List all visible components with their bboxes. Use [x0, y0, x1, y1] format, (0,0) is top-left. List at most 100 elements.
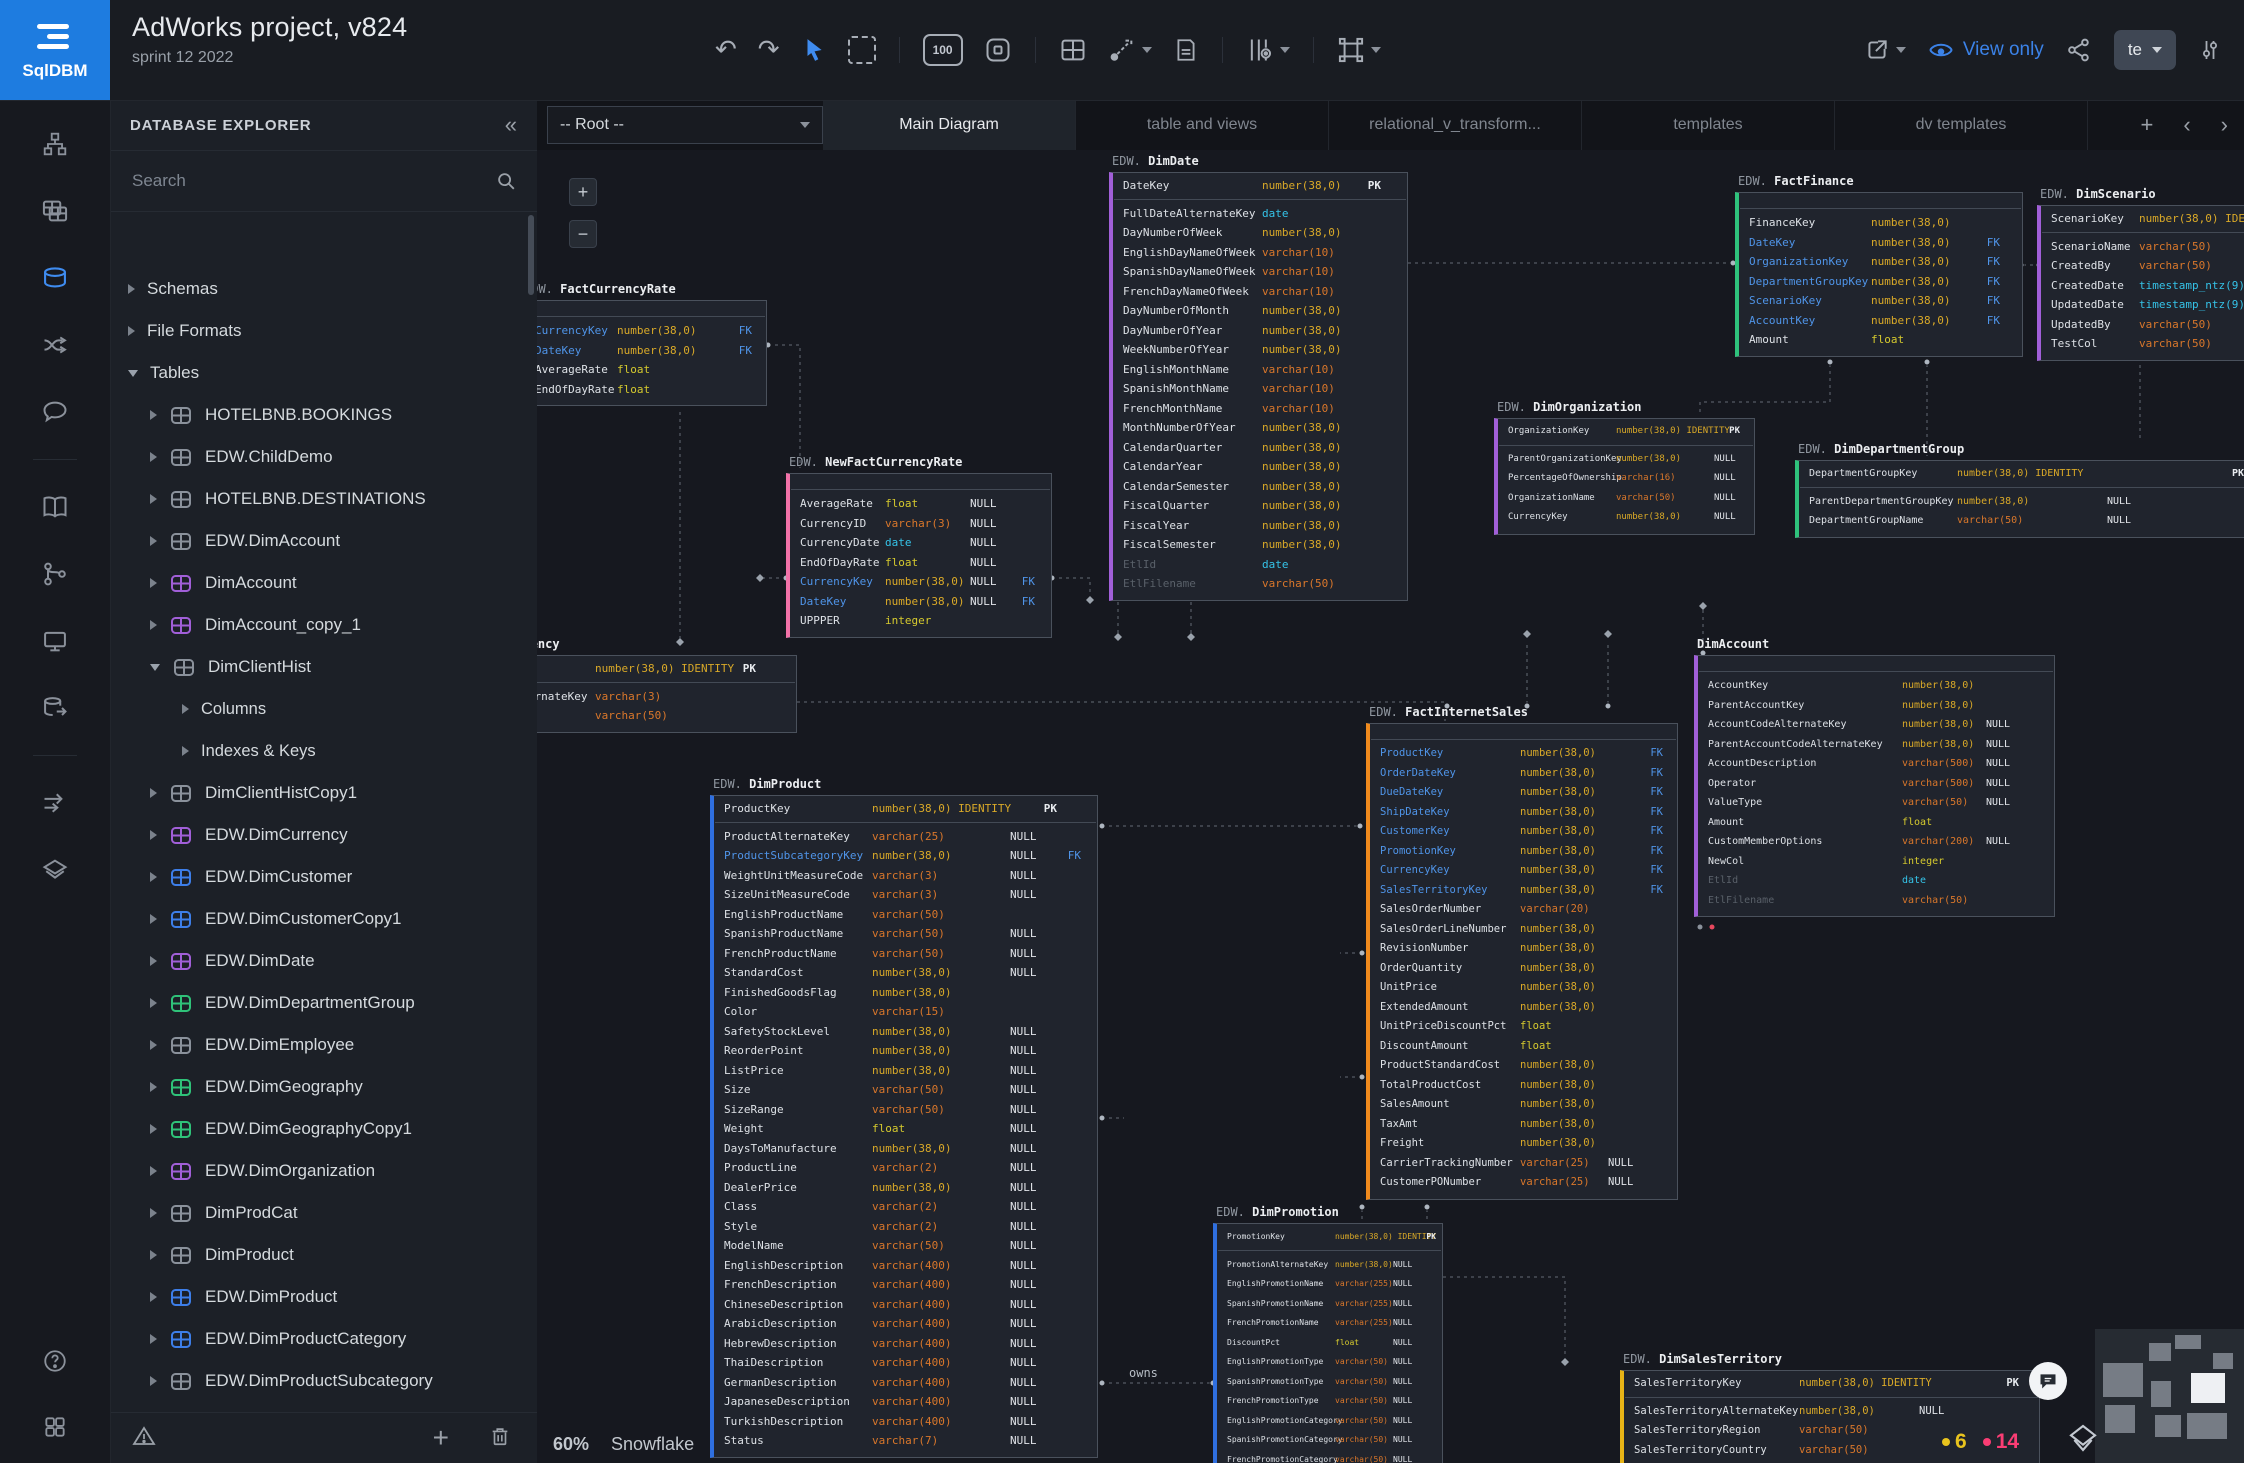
- chevron-down-icon[interactable]: [150, 663, 160, 671]
- add-tab-button[interactable]: +: [2140, 112, 2153, 138]
- nav-relationships-icon[interactable]: [33, 323, 77, 367]
- cursor-icon[interactable]: [801, 37, 827, 63]
- marquee-icon[interactable]: [847, 36, 876, 64]
- tree-item-dimclienthist[interactable]: DimClientHist: [110, 646, 537, 688]
- delete-object-button[interactable]: [489, 1424, 511, 1453]
- zoom-out-button[interactable]: −: [569, 220, 597, 248]
- tree-item-edw-dimproductsubcategory[interactable]: EDW.DimProductSubcategory: [110, 1360, 537, 1402]
- tree-item-edw-dimproductcategory[interactable]: EDW.DimProductCategory: [110, 1318, 537, 1360]
- tree-item-tables[interactable]: Tables: [110, 352, 537, 394]
- chevron-right-icon[interactable]: [150, 1250, 157, 1260]
- user-menu-button[interactable]: te: [2113, 30, 2176, 70]
- diagram-table-DimAccount[interactable]: DimAccount AccountKey number(38,0) ParentAc…: [1694, 635, 2055, 917]
- tree-item-dimprodcat[interactable]: DimProdCat: [110, 1192, 537, 1234]
- tree-item-dimproduct[interactable]: DimProduct: [110, 1234, 537, 1276]
- chevron-right-icon[interactable]: [150, 536, 157, 546]
- warning-icon[interactable]: [132, 1424, 156, 1453]
- scroll-tabs-left-icon[interactable]: ‹: [2183, 112, 2190, 138]
- diagram-table-FactInternetSales[interactable]: EDW. FactInternetSales ProductKey number(3…: [1366, 703, 1678, 1200]
- diagram-table-FactCurrencyRate[interactable]: EDW. FactCurrencyRate CurrencyKey number(3…: [537, 280, 767, 406]
- tree-item-schemas[interactable]: Schemas: [110, 268, 537, 310]
- diagram-table-DimProduct[interactable]: EDW. DimProduct ProductKey number(38,0) ID…: [710, 775, 1098, 1458]
- tree-item-dimaccount-copy-1[interactable]: DimAccount_copy_1: [110, 604, 537, 646]
- tab-dv-templates[interactable]: dv templates: [1835, 100, 2088, 150]
- chevron-right-icon[interactable]: [150, 452, 157, 462]
- tab-relational-v-transform-[interactable]: relational_v_transform...: [1329, 100, 1582, 150]
- chevron-right-icon[interactable]: [150, 1040, 157, 1050]
- chevron-right-icon[interactable]: [150, 872, 157, 882]
- search-input[interactable]: [130, 170, 495, 192]
- tree-item-edw-childdemo[interactable]: EDW.ChildDemo: [110, 436, 537, 478]
- chevron-right-icon[interactable]: [150, 830, 157, 840]
- chevron-right-icon[interactable]: [150, 956, 157, 966]
- nav-db-export-icon[interactable]: [33, 686, 77, 730]
- nav-apps-icon[interactable]: [33, 1405, 77, 1449]
- diagram-canvas[interactable]: + − owns 60% Snowflake 6 14 EDW. FactCurr…: [537, 150, 2244, 1463]
- redo-icon[interactable]: ↷: [758, 37, 780, 63]
- nav-layers-icon[interactable]: [33, 848, 77, 892]
- sqldbm-logo[interactable]: SqlDBM: [0, 0, 110, 100]
- scroll-tabs-right-icon[interactable]: ›: [2221, 112, 2228, 138]
- tab-table-and-views[interactable]: table and views: [1076, 100, 1329, 150]
- nav-tables-icon[interactable]: [33, 189, 77, 233]
- view-only-indicator[interactable]: View only: [1928, 37, 2044, 63]
- fit-box-icon[interactable]: [984, 36, 1012, 64]
- tree-item-edw-dimcustomercopy1[interactable]: EDW.DimCustomerCopy1: [110, 898, 537, 940]
- nav-migrate-icon[interactable]: [33, 781, 77, 825]
- add-object-button[interactable]: +: [433, 1424, 449, 1452]
- zoom-in-button[interactable]: +: [569, 178, 597, 206]
- chevron-right-icon[interactable]: [182, 746, 189, 756]
- root-selector[interactable]: -- Root --: [547, 106, 823, 144]
- tree-item-edw-dimdepartmentgroup[interactable]: EDW.DimDepartmentGroup: [110, 982, 537, 1024]
- chevron-right-icon[interactable]: [182, 704, 189, 714]
- frame-icon[interactable]: [1337, 36, 1381, 64]
- diagram-table-NewFactCurrencyRate[interactable]: EDW. NewFactCurrencyRate AverageRate float…: [786, 453, 1052, 638]
- chevron-right-icon[interactable]: [128, 284, 135, 294]
- badge-count[interactable]: 6: [1942, 1430, 1967, 1454]
- tab-templates[interactable]: templates: [1582, 100, 1835, 150]
- nav-versions-icon[interactable]: [33, 552, 77, 596]
- tree-item-columns[interactable]: Columns: [110, 688, 537, 730]
- chevron-right-icon[interactable]: [128, 326, 135, 336]
- chevron-right-icon[interactable]: [150, 914, 157, 924]
- nav-comments-icon[interactable]: [33, 390, 77, 434]
- explorer-scrollbar[interactable]: [528, 215, 534, 295]
- collapse-panel-icon[interactable]: «: [505, 112, 517, 138]
- chevron-right-icon[interactable]: [150, 1334, 157, 1344]
- tree-item-dimclienthistcopy1[interactable]: DimClientHistCopy1: [110, 772, 537, 814]
- nav-frame-icon[interactable]: [33, 619, 77, 663]
- export-icon[interactable]: [1864, 37, 1906, 63]
- chevron-right-icon[interactable]: [150, 788, 157, 798]
- chevron-right-icon[interactable]: [150, 1376, 157, 1386]
- chevron-right-icon[interactable]: [150, 1292, 157, 1302]
- tree-item-edw-dimemployee[interactable]: EDW.DimEmployee: [110, 1024, 537, 1066]
- nav-database-icon[interactable]: [33, 256, 77, 300]
- tree-item-edw-dimaccount[interactable]: EDW.DimAccount: [110, 520, 537, 562]
- tree-item-edw-dimcustomer[interactable]: EDW.DimCustomer: [110, 856, 537, 898]
- badge-count[interactable]: 14: [1982, 1430, 2019, 1454]
- chevron-right-icon[interactable]: [150, 1166, 157, 1176]
- nav-docs-icon[interactable]: [33, 485, 77, 529]
- minimap[interactable]: [2095, 1329, 2244, 1463]
- zoom-100-icon[interactable]: 100: [922, 34, 963, 66]
- share-icon[interactable]: [2066, 37, 2092, 63]
- tree-item-edw-dimdate[interactable]: EDW.DimDate: [110, 940, 537, 982]
- project-title[interactable]: AdWorks project, v824: [132, 12, 407, 43]
- chevron-right-icon[interactable]: [150, 1208, 157, 1218]
- nav-diagram-icon[interactable]: [33, 122, 77, 166]
- diagram-table-DimPromotion[interactable]: EDW. DimPromotion PromotionKey number(38,0…: [1213, 1203, 1443, 1463]
- tree-item-file-formats[interactable]: File Formats: [110, 310, 537, 352]
- tree-item-edw-dimcurrency[interactable]: EDW.DimCurrency: [110, 814, 537, 856]
- nav-help-icon[interactable]: [33, 1339, 77, 1383]
- diagram-table-DimCurrency[interactable]: EDW. DimCurrencyCurrencyKeynumber(38,0) …: [537, 635, 797, 733]
- pipes-icon[interactable]: [1246, 36, 1290, 64]
- chevron-right-icon[interactable]: [150, 578, 157, 588]
- layers-diamond-icon[interactable]: [2067, 1422, 2099, 1459]
- tree-item-edw-dimorganization[interactable]: EDW.DimOrganization: [110, 1150, 537, 1192]
- chevron-right-icon[interactable]: [150, 494, 157, 504]
- diagram-table-DimScenario[interactable]: EDW. DimScenario ScenarioKey number(38,0) …: [2037, 185, 2244, 361]
- diagram-table-FactFinance[interactable]: EDW. FactFinance FinanceKey number(38,0) Da…: [1735, 172, 2023, 357]
- tree-item-edw-dimgeographycopy1[interactable]: EDW.DimGeographyCopy1: [110, 1108, 537, 1150]
- grid-icon[interactable]: [1059, 36, 1087, 64]
- settings-sliders-icon[interactable]: [2198, 37, 2222, 63]
